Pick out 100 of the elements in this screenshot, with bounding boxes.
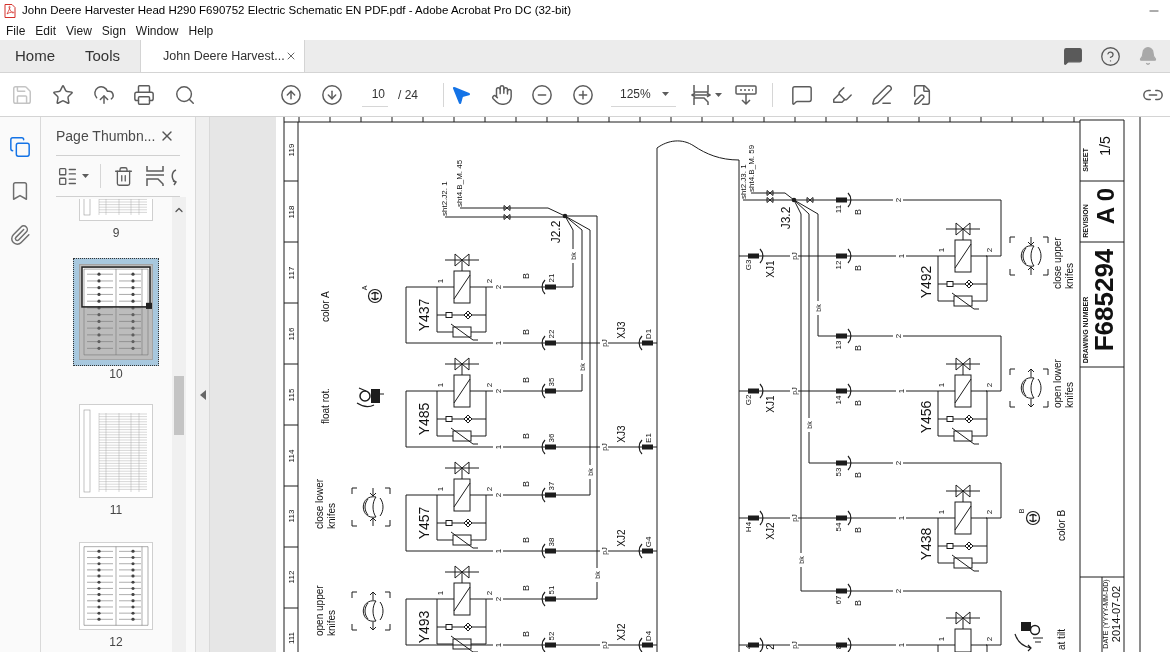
menu-item[interactable]: Help [188, 22, 214, 40]
pages-icon[interactable] [9, 136, 31, 158]
help-icon[interactable] [1100, 45, 1121, 67]
sheet-number: 1/5 [1097, 136, 1113, 156]
valve-label: Y457 [416, 506, 432, 540]
pin-number: H4 [743, 521, 753, 533]
pin-number: 12 [833, 260, 843, 270]
connector-code: B [521, 481, 531, 487]
menu-item[interactable]: Edit [35, 22, 57, 40]
wire-number: 1 [493, 548, 503, 554]
caret-icon[interactable] [82, 174, 89, 178]
plug-label: XJ2 [615, 529, 627, 547]
paperclip-icon[interactable] [9, 224, 31, 246]
page-number-label: 9 [112, 225, 120, 241]
grid-number: 119 [286, 143, 296, 157]
rotator-icon [356, 387, 385, 408]
pin-label: 1 [936, 382, 946, 388]
menu-item[interactable]: Sign [101, 22, 126, 40]
connector-code: B [521, 377, 531, 383]
search-icon[interactable] [174, 83, 196, 106]
sheet-reference: sht2.J3. 1 [738, 164, 748, 199]
pin-label: 2 [484, 590, 494, 596]
pin-label: 1 [435, 278, 445, 284]
pin-number: 11 [833, 204, 843, 214]
previous-page-icon[interactable] [280, 83, 302, 106]
function-label: at tilt [1055, 628, 1067, 650]
fit-page-icon[interactable] [691, 83, 711, 106]
zoom-out-icon[interactable] [531, 83, 553, 106]
plug-label: 2 [764, 644, 776, 650]
pin-number: 38 [546, 537, 556, 547]
pin-label: 1 [435, 590, 445, 596]
edit-document-icon[interactable] [911, 83, 933, 106]
sign-pen-icon[interactable] [871, 83, 893, 106]
pin-label: 2 [484, 382, 494, 388]
scroll-mode-icon[interactable] [734, 83, 758, 106]
caret-icon[interactable] [662, 92, 669, 96]
page-number-field[interactable]: 10 [362, 82, 388, 107]
pin-number: 37 [546, 481, 556, 491]
wire-number: 2 [493, 492, 503, 498]
function-label: color B [1055, 509, 1067, 541]
connector-code: B [521, 433, 531, 439]
connector-symbol [836, 637, 852, 652]
function-label: open upper [313, 585, 325, 636]
delete-icon[interactable] [113, 165, 134, 187]
menu-item[interactable]: File [6, 22, 26, 40]
pin-number: 8 [833, 644, 843, 650]
nav-tab[interactable]: Home [0, 40, 70, 72]
zoom-in-icon[interactable] [572, 83, 594, 106]
collapse-panel-icon[interactable] [199, 389, 206, 400]
next-page-icon[interactable] [321, 83, 343, 106]
star-icon[interactable] [52, 83, 74, 106]
menu-item[interactable]: View [66, 22, 92, 40]
grid-number: 113 [286, 509, 296, 523]
function-label: knifes [325, 502, 337, 529]
pin-number: G3 [743, 259, 753, 271]
print-icon[interactable] [133, 83, 155, 106]
knife-jaws-icon [1009, 236, 1049, 276]
function-label: close lower [313, 478, 325, 529]
comments-icon[interactable] [1063, 46, 1083, 66]
sheet-reference: sht2.J2. 1 [439, 181, 449, 216]
rotate-icon[interactable] [170, 166, 177, 186]
page-insert-icon[interactable] [145, 165, 165, 187]
wire-number: 2 [493, 388, 503, 394]
pin-label: 2 [984, 636, 994, 642]
wire-number: 1 [493, 642, 503, 648]
page-thumbnail[interactable] [73, 258, 159, 366]
thumbnail-options-icon[interactable] [57, 165, 78, 187]
pin-number: 35 [546, 377, 556, 387]
document-tab[interactable]: John Deere Harvest... [140, 40, 306, 72]
comment-icon[interactable] [791, 83, 813, 106]
pin-label: 1 [435, 382, 445, 388]
panel-title: Page Thumbn... [56, 126, 156, 146]
caret-icon[interactable] [715, 92, 722, 97]
connector-symbol [748, 637, 764, 652]
sheet-reference: sht4.B_M. 45 [454, 159, 464, 207]
pin-number: E1 [643, 433, 653, 443]
plug-label: XJ3 [615, 321, 627, 339]
upload-icon[interactable] [93, 83, 115, 106]
window-title: John Deere Harvester Head H290 F690752 Electric Schematic EN PDF.pdf - Adobe Acrobat Pro DC (32-bit) [22, 3, 572, 19]
zoom-field[interactable]: 125% [611, 82, 676, 107]
pin-number: 21 [546, 273, 556, 283]
function-label: color A [319, 291, 331, 322]
drawing-number: F685294 [1089, 248, 1119, 352]
pin-number: 13 [833, 340, 843, 350]
pin-label: 1 [936, 636, 946, 642]
pin-label: 1 [435, 486, 445, 492]
menu-item[interactable]: Window [135, 22, 179, 40]
plug-label: XJ1 [764, 395, 776, 413]
junction-label: J2.2 [549, 220, 563, 244]
pin-number: 67 [833, 595, 843, 605]
grid-number: 112 [286, 570, 296, 584]
color-code-icon [1025, 510, 1041, 526]
grid-number: 111 [286, 631, 296, 645]
nav-tab[interactable]: Tools [70, 40, 136, 72]
scrollbar-thumb[interactable] [174, 376, 184, 435]
hand-icon[interactable] [491, 83, 513, 106]
connector-code: B [853, 265, 863, 271]
knife-jaws-icon [351, 487, 391, 527]
page-count: / 24 [398, 86, 418, 104]
pin-number: 54 [833, 522, 843, 532]
